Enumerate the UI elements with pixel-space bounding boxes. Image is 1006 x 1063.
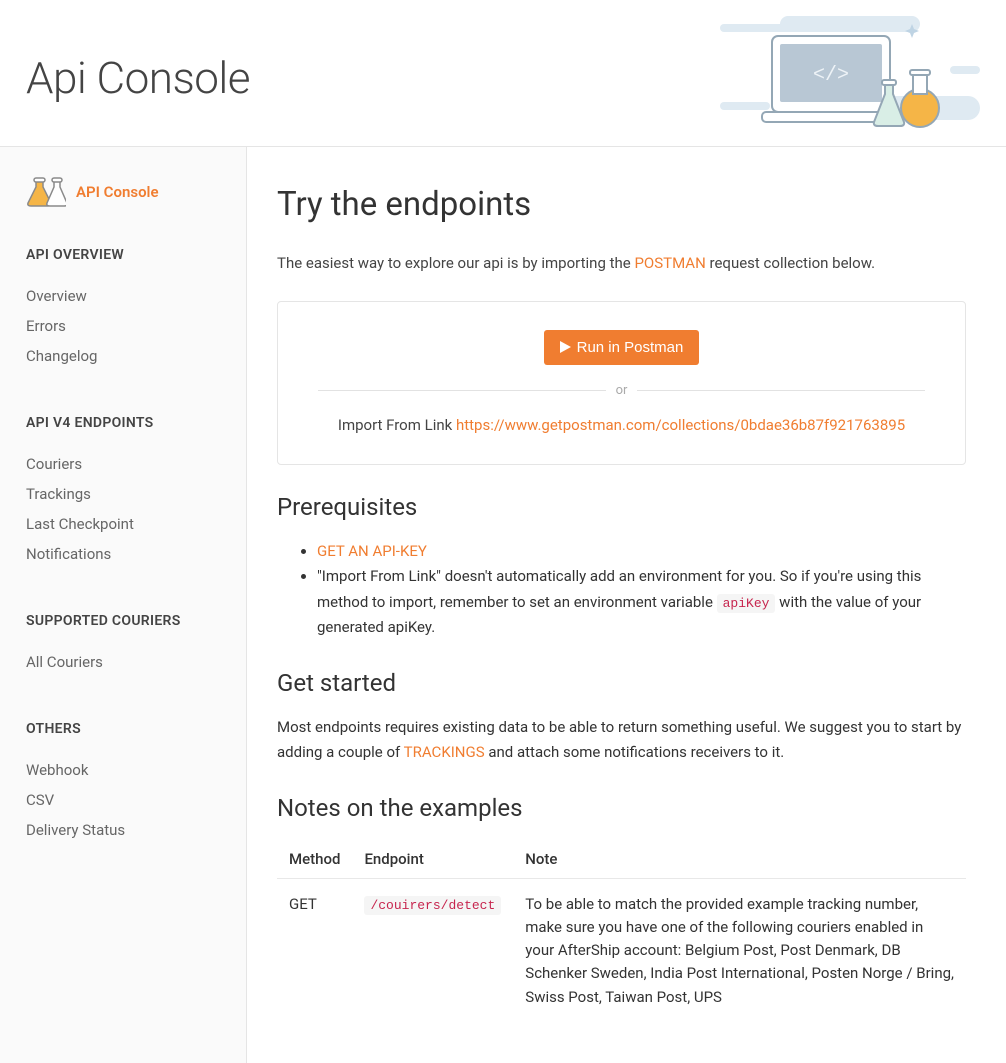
postman-link[interactable]: POSTMAN [634, 254, 705, 272]
page-layout: API Console API OVERVIEW Overview Errors… [0, 147, 1006, 1063]
sidebar-brand[interactable]: API Console [26, 177, 220, 207]
sidebar-item-overview[interactable]: Overview [26, 281, 220, 311]
or-divider: or [318, 383, 925, 398]
sidebar-section-supported: SUPPORTED COURIERS All Couriers [26, 613, 220, 677]
sidebar-item-errors[interactable]: Errors [26, 311, 220, 341]
prereq-heading: Prerequisites [277, 493, 966, 521]
run-postman-button[interactable]: Run in Postman [544, 330, 700, 365]
flask-icon [26, 177, 66, 207]
sidebar-section-others: OTHERS Webhook CSV Delivery Status [26, 721, 220, 845]
th-note: Note [513, 840, 966, 879]
cell-note: To be able to match the provided example… [513, 878, 966, 1023]
sidebar-item-all-couriers[interactable]: All Couriers [26, 647, 220, 677]
sidebar-item-last-checkpoint[interactable]: Last Checkpoint [26, 509, 220, 539]
getstarted-suffix: and attach some notifications receivers … [485, 743, 785, 761]
page-title: Api Console [26, 52, 250, 104]
cell-endpoint: /couirers/detect [352, 878, 513, 1023]
intro-suffix: request collection below. [706, 254, 875, 272]
sidebar-section-title: API V4 ENDPOINTS [26, 415, 220, 431]
cell-method: GET [277, 878, 352, 1023]
main-content: Try the endpoints The easiest way to exp… [247, 147, 1006, 1063]
table-row: GET /couirers/detect To be able to match… [277, 878, 966, 1023]
prereq-item-env: "Import From Link" doesn't automatically… [317, 564, 966, 641]
postman-panel: Run in Postman or Import From Link https… [277, 301, 966, 465]
prereq-item-apikey: GET AN API-KEY [317, 539, 966, 565]
import-link[interactable]: https://www.getpostman.com/collections/0… [456, 416, 905, 434]
prereq-list: GET AN API-KEY "Import From Link" doesn'… [277, 539, 966, 641]
sidebar-item-notifications[interactable]: Notifications [26, 539, 220, 569]
intro-paragraph: The easiest way to explore our api is by… [277, 252, 966, 275]
sidebar-item-trackings[interactable]: Trackings [26, 479, 220, 509]
play-icon [560, 341, 571, 353]
sidebar-item-webhook[interactable]: Webhook [26, 755, 220, 785]
sidebar-section-title: OTHERS [26, 721, 220, 737]
sidebar-item-changelog[interactable]: Changelog [26, 341, 220, 371]
sidebar-section-title: API OVERVIEW [26, 247, 220, 263]
notes-heading: Notes on the examples [277, 794, 966, 822]
sidebar-section-overview: API OVERVIEW Overview Errors Changelog [26, 247, 220, 371]
th-method: Method [277, 840, 352, 879]
sidebar-section-endpoints: API V4 ENDPOINTS Couriers Trackings Last… [26, 415, 220, 569]
import-line: Import From Link https://www.getpostman.… [298, 416, 945, 434]
run-postman-label: Run in Postman [577, 339, 684, 356]
intro-prefix: The easiest way to explore our api is by… [277, 254, 634, 272]
notes-table: Method Endpoint Note GET /couirers/detec… [277, 840, 966, 1023]
main-heading: Try the endpoints [277, 185, 966, 224]
sidebar-item-csv[interactable]: CSV [26, 785, 220, 815]
sidebar-section-title: SUPPORTED COURIERS [26, 613, 220, 629]
sidebar-item-couriers[interactable]: Couriers [26, 449, 220, 479]
apikey-code: apiKey [717, 594, 776, 613]
page-header: Api Console </> [0, 0, 1006, 147]
endpoint-code: /couirers/detect [364, 896, 501, 915]
sidebar: API Console API OVERVIEW Overview Errors… [0, 147, 247, 1063]
getstarted-paragraph: Most endpoints requires existing data to… [277, 715, 966, 766]
get-apikey-link[interactable]: GET AN API-KEY [317, 542, 427, 560]
trackings-link[interactable]: TRACKINGS [404, 743, 485, 761]
th-endpoint: Endpoint [352, 840, 513, 879]
svg-text:</>: </> [813, 64, 849, 87]
sidebar-item-delivery-status[interactable]: Delivery Status [26, 815, 220, 845]
sidebar-brand-label: API Console [76, 183, 159, 201]
import-prefix: Import From Link [338, 416, 456, 434]
header-illustration: </> [720, 16, 980, 131]
or-label: or [606, 383, 638, 398]
getstarted-heading: Get started [277, 669, 966, 697]
